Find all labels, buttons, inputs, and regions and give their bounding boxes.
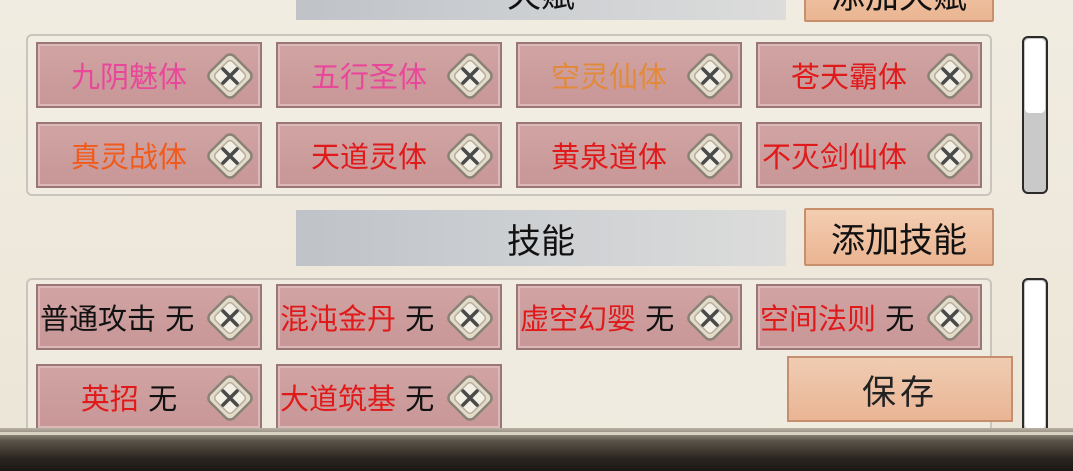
close-x-icon[interactable]	[202, 372, 258, 424]
save-button-label: 保存	[862, 372, 938, 413]
skill-header-title: 技能	[507, 221, 575, 262]
skill-item-level: 无	[405, 302, 435, 336]
skill-item-level: 无	[165, 302, 195, 336]
skill-item-name: 虚空幻婴	[520, 302, 637, 336]
close-x-icon[interactable]	[442, 292, 498, 344]
close-x-icon[interactable]	[682, 130, 738, 182]
add-talent-button[interactable]: 添加天赋	[804, 0, 994, 22]
skill-item[interactable]: 英招 无	[36, 364, 262, 430]
close-x-icon[interactable]	[202, 50, 258, 102]
talent-scrollbar[interactable]	[1022, 36, 1048, 194]
close-x-icon[interactable]	[682, 50, 738, 102]
skill-scrollbar[interactable]	[1022, 278, 1048, 436]
talent-item[interactable]: 不灭剑仙体	[756, 122, 982, 188]
close-x-icon[interactable]	[922, 130, 978, 182]
close-x-icon[interactable]	[922, 292, 978, 344]
skill-item[interactable]: 空间法则 无	[756, 284, 982, 350]
add-skill-button[interactable]: 添加技能	[804, 208, 994, 266]
skill-item[interactable]: 虚空幻婴 无	[516, 284, 742, 350]
skill-item-level: 无	[405, 382, 435, 416]
skill-item-name: 混沌金丹	[280, 302, 397, 336]
skill-item[interactable]: 混沌金丹 无	[276, 284, 502, 350]
close-x-icon[interactable]	[442, 130, 498, 182]
skill-item-name: 空间法则	[760, 302, 877, 336]
skill-section-header: 技能	[296, 210, 786, 266]
close-x-icon[interactable]	[202, 130, 258, 182]
talent-header-title: 天赋	[507, 0, 575, 17]
talent-scrollbar-thumb[interactable]	[1025, 39, 1045, 113]
add-talent-button-label: 添加天赋	[831, 0, 967, 18]
skill-item[interactable]: 大道筑基 无	[276, 364, 502, 430]
talent-item[interactable]: 真灵战体	[36, 122, 262, 188]
skill-item[interactable]: 普通攻击 无	[36, 284, 262, 350]
talent-item[interactable]: 九阴魅体	[36, 42, 262, 108]
close-x-icon[interactable]	[442, 50, 498, 102]
skill-item-name: 普通攻击	[40, 302, 157, 336]
panel-bottom-border	[0, 428, 1073, 471]
talent-section-header: 天赋	[296, 0, 786, 20]
skill-item-level: 无	[885, 302, 915, 336]
talent-item[interactable]: 苍天霸体	[756, 42, 982, 108]
talent-item[interactable]: 五行圣体	[276, 42, 502, 108]
save-button[interactable]: 保存	[787, 356, 1013, 422]
talent-item[interactable]: 黄泉道体	[516, 122, 742, 188]
skill-scrollbar-thumb[interactable]	[1025, 281, 1045, 429]
close-x-icon[interactable]	[682, 292, 738, 344]
close-x-icon[interactable]	[922, 50, 978, 102]
skill-item-level: 无	[645, 302, 675, 336]
close-x-icon[interactable]	[442, 372, 498, 424]
add-skill-button-label: 添加技能	[831, 220, 967, 261]
close-x-icon[interactable]	[202, 292, 258, 344]
skill-item-level: 无	[148, 382, 178, 416]
skill-item-name: 英招	[80, 382, 139, 416]
talent-item[interactable]: 天道灵体	[276, 122, 502, 188]
talent-item[interactable]: 空灵仙体	[516, 42, 742, 108]
skill-item-name: 大道筑基	[280, 382, 397, 416]
